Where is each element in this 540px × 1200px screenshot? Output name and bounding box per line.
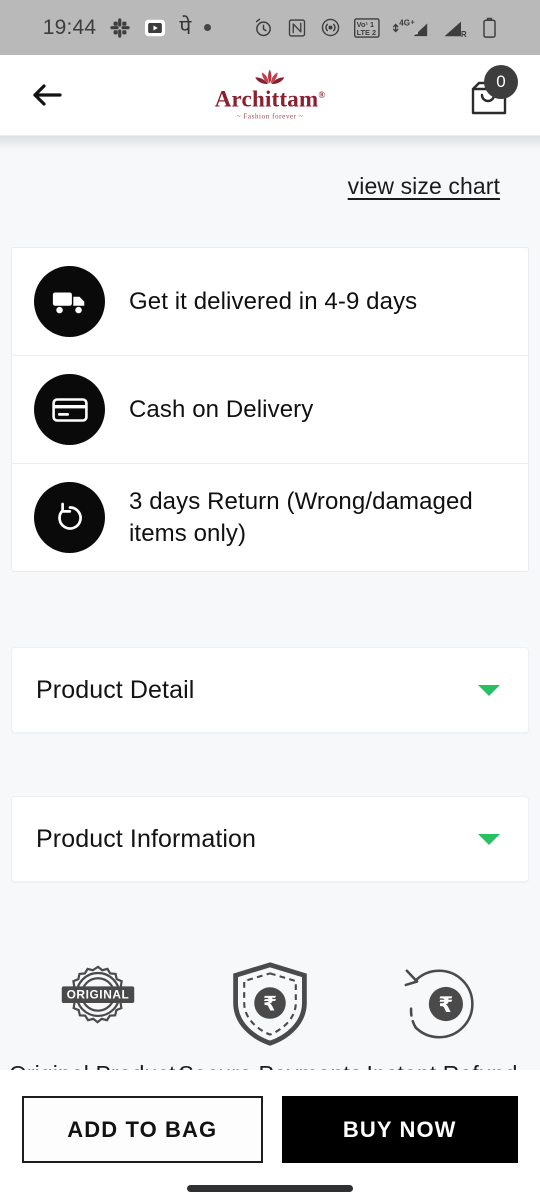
size-chart-row: view size chart	[0, 136, 540, 200]
accordion-title: Product Information	[36, 824, 257, 853]
battery-icon	[482, 17, 497, 39]
original-seal-icon: ORIGINAL	[52, 963, 144, 1045]
delivery-row-label: Get it delivered in 4-9 days	[129, 287, 418, 315]
delivery-row-label: Cash on Delivery	[129, 395, 314, 423]
accordion-product-detail[interactable]: Product Detail	[11, 647, 529, 733]
trust-badge-instant-refund: ₹ Instant Refund	[357, 963, 527, 1070]
svg-text:4G: 4G	[400, 18, 411, 27]
trust-badge-label: Secure Payments	[178, 1061, 361, 1070]
hotspot-icon	[320, 17, 341, 38]
home-indicator[interactable]	[187, 1185, 353, 1192]
back-arrow-icon	[33, 84, 62, 106]
trust-badge-secure-payments: ₹ Secure Payments	[178, 962, 361, 1070]
cart-button[interactable]: 0	[464, 65, 518, 121]
trust-badge-label: Original Products	[9, 1061, 187, 1070]
status-bar: 19:44 पे Vo¹ 1 LTE 2 4G + R	[0, 0, 540, 55]
refund-rupee-icon: ₹	[398, 963, 486, 1045]
back-button[interactable]	[27, 75, 67, 115]
svg-text:ORIGINAL: ORIGINAL	[67, 987, 130, 1001]
shield-rupee-icon: ₹	[227, 962, 313, 1046]
video-player-icon	[144, 17, 166, 39]
view-size-chart-link[interactable]: view size chart	[348, 173, 500, 200]
product-detail-scroll-area[interactable]: view size chart Get it delivered in 4-9 …	[0, 136, 540, 1070]
return-arrow-icon	[34, 482, 105, 553]
cart-count-badge: 0	[484, 65, 518, 99]
signal-roaming-icon: R	[442, 17, 469, 39]
brand-tagline: ~ Fashion forever ~	[236, 112, 304, 121]
svg-text:LTE 2: LTE 2	[357, 27, 377, 36]
svg-text:₹: ₹	[438, 993, 453, 1018]
credit-card-icon	[34, 374, 105, 445]
accordion-product-information[interactable]: Product Information	[11, 796, 529, 882]
accordion-title: Product Detail	[36, 675, 195, 704]
delivery-row-cod: Cash on Delivery	[12, 356, 528, 464]
chevron-down-icon	[478, 833, 500, 845]
nfc-icon	[287, 18, 307, 38]
trust-badge-original: ORIGINAL Original Products	[9, 963, 187, 1070]
dot-icon	[204, 24, 212, 31]
volte-lte-icon: Vo¹ 1 LTE 2	[354, 17, 380, 39]
trust-badges: ORIGINAL Original Products ₹ Secure Paym…	[0, 962, 540, 1070]
bottom-action-bar: ADD TO BAG BUY NOW	[0, 1070, 540, 1200]
registered-mark: ®	[318, 89, 326, 100]
chevron-down-icon	[478, 684, 500, 696]
phonepe-icon: पे	[179, 15, 192, 39]
brand-logo[interactable]: Archittam® ~ Fashion forever ~	[214, 69, 326, 121]
alarm-icon	[253, 17, 274, 38]
add-to-bag-button[interactable]: ADD TO BAG	[22, 1096, 263, 1163]
trust-badge-label: Instant Refund	[366, 1061, 517, 1070]
svg-text:+: +	[411, 17, 415, 26]
delivery-row-shipping: Get it delivered in 4-9 days	[12, 248, 528, 356]
svg-text:R: R	[461, 30, 467, 39]
slack-icon	[109, 17, 131, 39]
app-header: Archittam® ~ Fashion forever ~ 0	[0, 55, 540, 136]
buy-now-button[interactable]: BUY NOW	[281, 1096, 518, 1163]
status-bar-time: 19:44	[42, 15, 97, 39]
delivery-truck-icon	[34, 266, 105, 337]
signal-4g-plus-icon: 4G +	[393, 17, 429, 39]
delivery-row-return: 3 days Return (Wrong/damaged items only)	[12, 464, 528, 571]
brand-name: Archittam®	[214, 86, 326, 112]
svg-text:₹: ₹	[263, 992, 277, 1016]
delivery-info-card: Get it delivered in 4-9 days Cash on Del…	[11, 247, 529, 572]
delivery-row-label: 3 days Return (Wrong/damaged items only)	[129, 488, 473, 547]
